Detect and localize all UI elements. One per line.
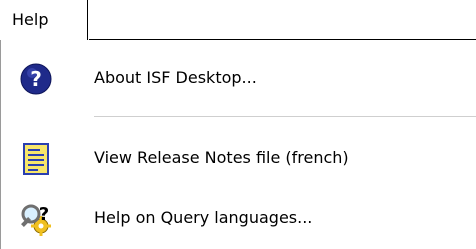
menu-item-about[interactable]: ? About ISF Desktop...: [1, 50, 476, 108]
menu-item-release-notes[interactable]: View Release Notes file (french): [1, 130, 476, 188]
help-menu-tab[interactable]: Help: [0, 0, 88, 40]
menu-item-label: View Release Notes file (french): [94, 148, 349, 167]
svg-text:?: ?: [39, 204, 49, 225]
svg-text:?: ?: [30, 67, 42, 91]
help-dropdown-menu: ? About ISF Desktop... View Release Note: [0, 40, 476, 249]
help-menu-screen: Help ? About ISF Desktop... View Release…: [0, 0, 476, 249]
notes-document-icon: [19, 142, 53, 176]
menu-item-query-help[interactable]: ? Help on Query languages...: [1, 190, 476, 248]
menu-item-label: About ISF Desktop...: [94, 68, 257, 87]
menu-separator: [94, 116, 476, 118]
query-help-icon: ?: [19, 202, 53, 236]
menu-item-label: Help on Query languages...: [94, 208, 313, 227]
question-circle-icon: ?: [19, 62, 53, 96]
menu-bar: Help: [0, 0, 476, 40]
help-menu-label: Help: [12, 10, 49, 29]
